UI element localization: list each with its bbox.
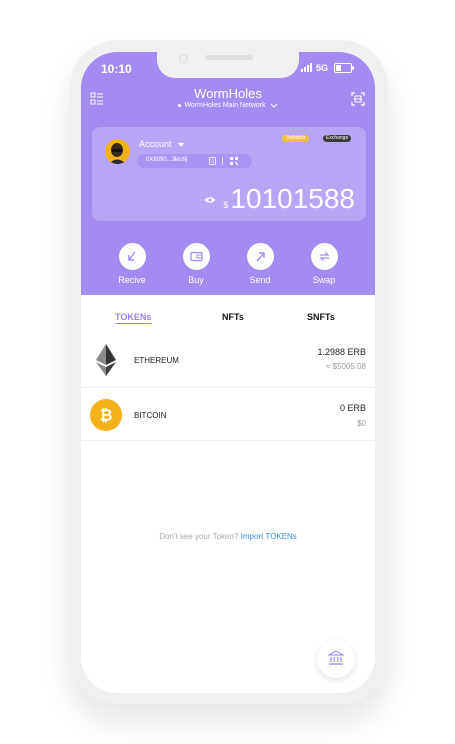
token-name: BITCOIN [134,411,167,420]
token-row-ethereum[interactable]: ETHEREUM 1.2988 ERB ≈ $5005.08 [81,335,375,388]
speaker-grille [205,55,253,60]
camera-icon [179,54,188,63]
ethereum-icon [96,344,116,376]
total-balance: $10101588 [223,183,355,215]
eye-icon[interactable] [204,196,216,204]
signal-icon [301,63,312,72]
wallet-address: 0X8090...3klo9j [146,157,188,163]
swap-icon [318,252,330,261]
network-selector[interactable]: WormHoles Main Network [81,102,375,109]
network-status-dot [178,103,182,107]
pill-divider [222,157,223,165]
bank-icon [328,650,344,665]
token-row-bitcoin[interactable]: ₿ BITCOIN 0 ERB $0 [81,388,375,441]
token-fiat-value: $0 [357,419,366,428]
avatar[interactable] [105,139,130,164]
swap-button[interactable]: Swap [294,243,354,285]
account-card: Account 0X8090...3klo9j Validator Exchan… [92,127,366,221]
scan-icon[interactable] [351,92,365,106]
send-icon [255,252,265,262]
account-name: Account [139,139,172,149]
token-fiat-value: ≈ $5005.08 [326,362,366,371]
receive-button[interactable]: Recive [102,243,162,285]
swap-label: Swap [312,275,336,285]
status-time: 10:10 [101,62,132,76]
battery-icon [334,63,354,73]
tab-tokens[interactable]: TOKENs [115,312,151,322]
token-name: ETHEREUM [134,356,179,365]
bank-button[interactable] [317,640,355,678]
buy-button[interactable]: Buy [166,243,226,285]
balance-currency: $ [223,200,229,210]
network-type: 5G [316,63,329,73]
header-panel: 10:10 5G WormHoles WormHoles Main Networ… [81,52,375,295]
action-bar: Recive Buy Send Swap [81,243,375,295]
phone-notch [157,52,299,78]
tab-snfts[interactable]: SNFTs [307,312,335,322]
import-tokens-link[interactable]: Import TOKENs [241,532,297,541]
buy-label: Buy [188,275,204,285]
app-screen: 10:10 5G WormHoles WormHoles Main Networ… [81,52,375,693]
receive-label: Recive [118,275,146,285]
import-prompt: Don't see your Token? Import TOKENs [81,532,375,541]
caret-down-icon [177,142,184,147]
token-amount: 1.2988 ERB [317,347,366,357]
import-prompt-text: Don't see your Token? [159,532,239,541]
bitcoin-icon: ₿ [90,399,122,431]
network-label: WormHoles Main Network [184,102,266,109]
send-button[interactable]: Send [230,243,290,285]
balance-amount: 10101588 [230,183,355,214]
wallet-icon [189,251,203,262]
copy-icon[interactable] [209,157,216,165]
app-title: WormHoles [194,86,262,101]
svg-text:₿: ₿ [99,407,112,425]
token-amount: 0 ERB [339,403,366,413]
qr-code-icon[interactable] [230,157,238,165]
receive-icon [127,251,136,261]
send-label: Send [249,275,271,285]
validator-badge: Validator [282,135,310,142]
address-pill: 0X8090...3klo9j [137,154,252,168]
chevron-down-icon [270,103,277,108]
account-selector[interactable]: Account [139,139,184,149]
exchange-badge: Exchange [323,135,352,142]
token-tabs: TOKENs NFTs SNFTs [81,312,375,328]
tab-nfts[interactable]: NFTs [222,312,244,322]
